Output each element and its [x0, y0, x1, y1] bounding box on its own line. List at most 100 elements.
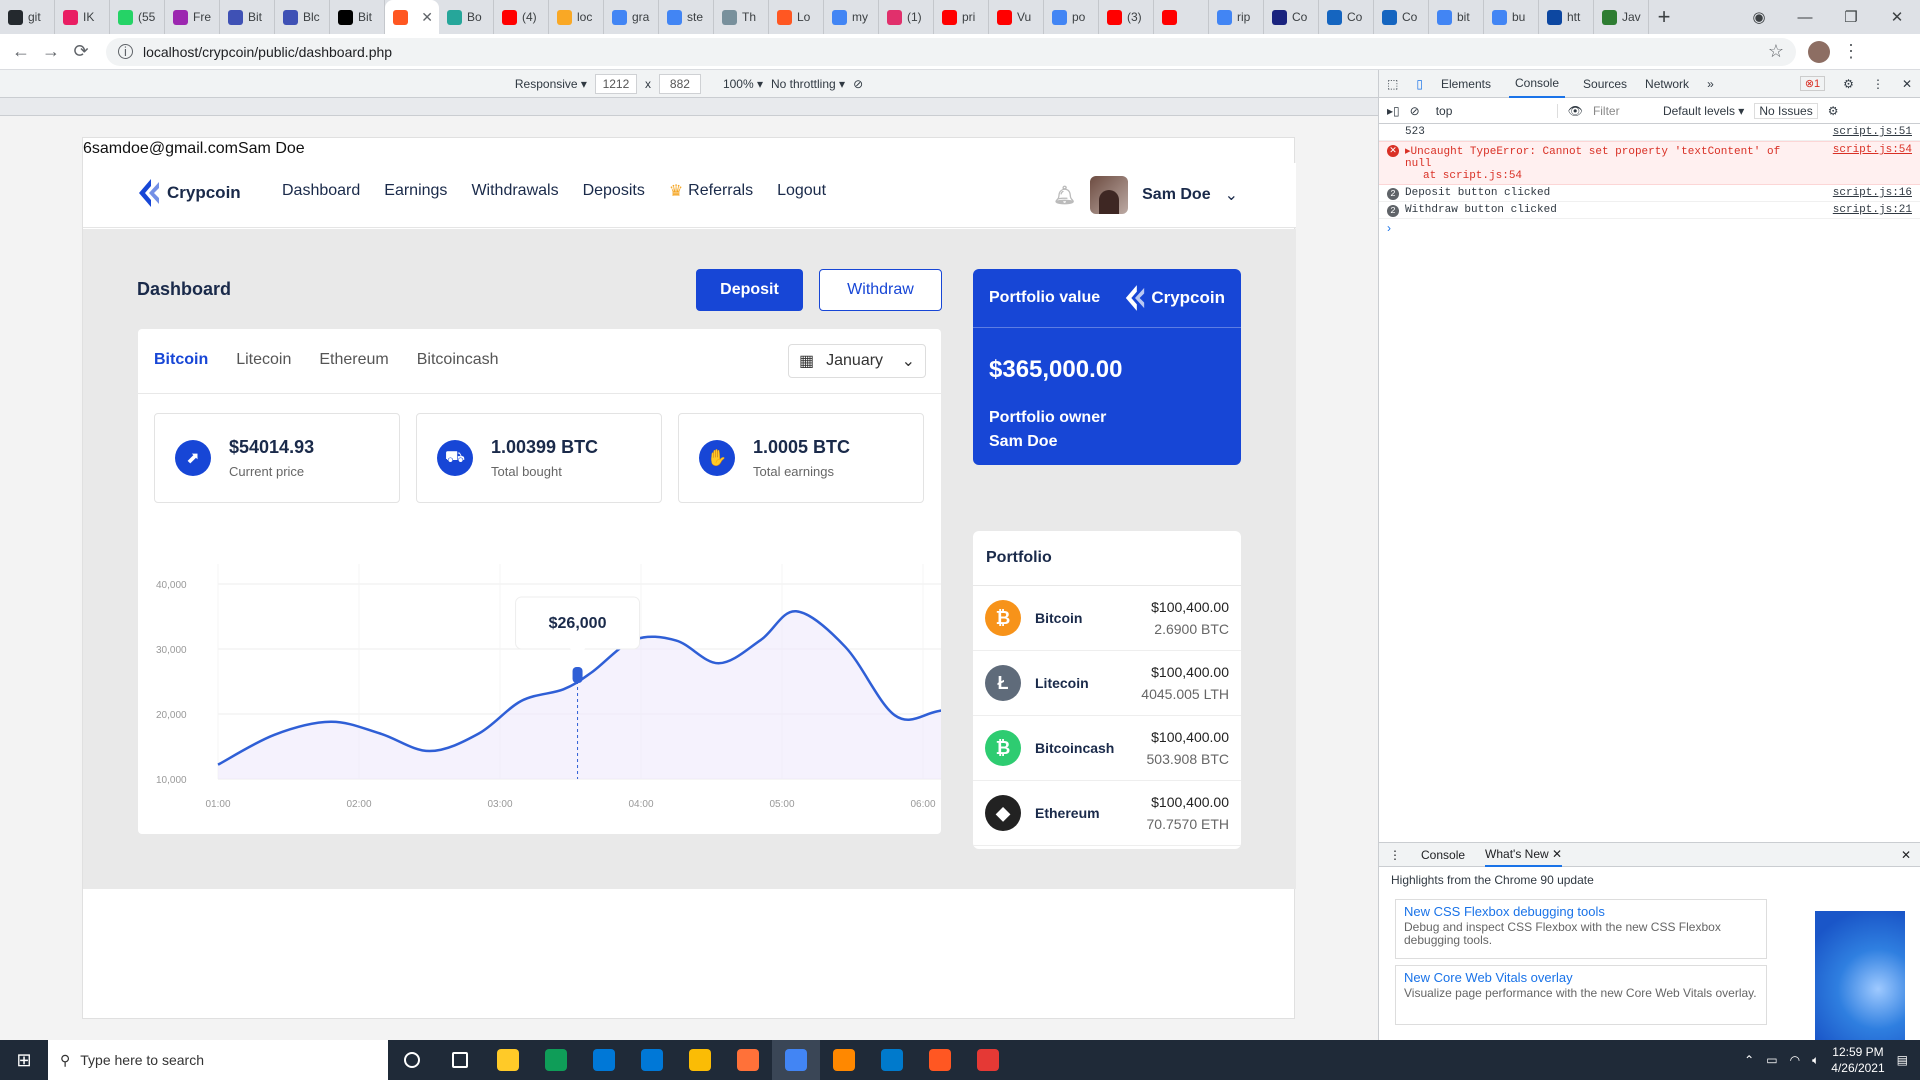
console-message[interactable]: 2 Withdraw button clicked script.js:21: [1379, 202, 1920, 219]
browser-tab[interactable]: (4): [494, 0, 549, 34]
taskbar-app-icon[interactable]: [580, 1040, 628, 1080]
browser-tab[interactable]: ste: [659, 0, 714, 34]
filter-input[interactable]: Filter: [1593, 104, 1653, 118]
nav-deposits[interactable]: Deposits: [583, 181, 645, 201]
back-icon[interactable]: ←: [6, 41, 36, 62]
browser-tab[interactable]: pri: [934, 0, 989, 34]
browser-tab[interactable]: Jav: [1594, 0, 1649, 34]
device-toggle-icon[interactable]: ▯: [1416, 77, 1423, 91]
deposit-button[interactable]: Deposit: [696, 269, 803, 311]
width-input[interactable]: 1212: [594, 73, 637, 94]
whats-new-card[interactable]: New Core Web Vitals overlay Visualize pa…: [1395, 965, 1767, 1025]
taskbar-search[interactable]: ⚲ Type here to search: [48, 1040, 388, 1080]
battery-icon[interactable]: ▭: [1766, 1053, 1777, 1067]
new-tab-button[interactable]: +: [1649, 0, 1679, 34]
nav-referrals[interactable]: ♛ Referrals: [669, 181, 753, 201]
sidebar-toggle-icon[interactable]: ▸▯: [1387, 104, 1400, 118]
taskbar-app-icon[interactable]: [820, 1040, 868, 1080]
menu-icon[interactable]: ⋮: [1842, 41, 1860, 62]
close-icon[interactable]: ✕: [421, 9, 433, 26]
portfolio-row[interactable]: ₿ Bitcoincash $100,400.00 503.908 BTC: [973, 716, 1241, 781]
error-badge[interactable]: ⊗1: [1799, 76, 1826, 91]
kebab-icon[interactable]: ⋮: [1872, 77, 1884, 91]
browser-tab[interactable]: Bit: [220, 0, 275, 34]
browser-tab[interactable]: Co: [1374, 0, 1429, 34]
gear-icon[interactable]: ⚙: [1843, 77, 1854, 91]
drawer-tab-console[interactable]: Console: [1421, 848, 1465, 862]
nav-dashboard[interactable]: Dashboard: [282, 181, 360, 201]
zoom-select[interactable]: 100% ▾: [723, 77, 763, 91]
tab-console[interactable]: Console: [1508, 70, 1566, 98]
browser-tab[interactable]: Bit: [330, 0, 385, 34]
notification-icon[interactable]: ▤: [1897, 1053, 1908, 1067]
console-message[interactable]: ✕ ▸Uncaught TypeError: Cannot set propert…: [1379, 141, 1920, 185]
close-icon[interactable]: ✕: [1902, 77, 1912, 91]
inspect-icon[interactable]: ⬚: [1387, 77, 1398, 91]
browser-tab[interactable]: loc: [549, 0, 604, 34]
browser-tab[interactable]: rip: [1209, 0, 1264, 34]
portfolio-row[interactable]: Ł Litecoin $100,400.00 4045.005 LTH: [973, 651, 1241, 716]
context-select[interactable]: top: [1430, 103, 1558, 118]
star-icon[interactable]: ☆: [1768, 41, 1784, 62]
browser-tab[interactable]: po: [1044, 0, 1099, 34]
browser-tab[interactable]: (3): [1099, 0, 1154, 34]
month-select[interactable]: ▦ January ⌄: [788, 344, 926, 378]
taskbar-app-icon[interactable]: [388, 1040, 436, 1080]
taskbar-app-icon[interactable]: [676, 1040, 724, 1080]
source-link[interactable]: script.js:21: [1833, 204, 1912, 216]
tab-ethereum[interactable]: Ethereum: [319, 351, 388, 369]
clear-icon[interactable]: ⊘: [1410, 104, 1420, 118]
profile-avatar[interactable]: [1808, 40, 1830, 63]
gear-icon[interactable]: ⚙: [1828, 104, 1839, 118]
taskbar-app-icon[interactable]: [772, 1040, 820, 1080]
browser-tab[interactable]: git: [0, 0, 55, 34]
browser-tab[interactable]: Co: [1264, 0, 1319, 34]
browser-tab[interactable]: Th: [714, 0, 769, 34]
wifi-icon[interactable]: ◠: [1790, 1053, 1800, 1067]
browser-tab[interactable]: Co: [1319, 0, 1374, 34]
taskbar-app-icon[interactable]: [628, 1040, 676, 1080]
browser-tab[interactable]: Fre: [165, 0, 220, 34]
withdraw-button[interactable]: Withdraw: [819, 269, 942, 311]
taskbar-app-icon[interactable]: [484, 1040, 532, 1080]
throttle-select[interactable]: No throttling ▾: [771, 77, 845, 91]
nav-earnings[interactable]: Earnings: [384, 181, 447, 201]
forward-icon[interactable]: →: [36, 41, 66, 62]
browser-tab[interactable]: bu: [1484, 0, 1539, 34]
more-tabs[interactable]: »: [1707, 77, 1714, 91]
info-icon[interactable]: i: [118, 44, 133, 59]
portfolio-row[interactable]: ◆ Ethereum $100,400.00 70.7570 ETH: [973, 781, 1241, 846]
issues-badge[interactable]: No Issues: [1754, 102, 1818, 119]
console-message[interactable]: 2 Deposit button clicked script.js:16: [1379, 185, 1920, 202]
close-icon[interactable]: ✕: [1874, 8, 1920, 26]
console-message[interactable]: 523 script.js:51: [1379, 124, 1920, 141]
browser-tab[interactable]: my: [824, 0, 879, 34]
tab-search-icon[interactable]: ◉: [1736, 8, 1782, 26]
taskbar-app-icon[interactable]: [916, 1040, 964, 1080]
minimize-icon[interactable]: —: [1782, 9, 1828, 26]
clock[interactable]: 12:59 PM 4/26/2021: [1831, 1044, 1884, 1076]
taskbar-app-icon[interactable]: [964, 1040, 1012, 1080]
stack-trace[interactable]: at script.js:54: [1405, 170, 1805, 182]
whats-new-card[interactable]: New CSS Flexbox debugging tools Debug an…: [1395, 899, 1767, 959]
source-link[interactable]: script.js:54: [1833, 144, 1912, 182]
browser-tab[interactable]: Vu: [989, 0, 1044, 34]
eye-icon[interactable]: 👁︎: [1568, 104, 1583, 118]
reload-icon[interactable]: ⟳: [66, 41, 96, 62]
tab-sources[interactable]: Sources: [1583, 77, 1627, 91]
taskbar-app-icon[interactable]: [724, 1040, 772, 1080]
rotate-icon[interactable]: ⊘: [853, 77, 863, 91]
close-icon[interactable]: ✕: [1901, 848, 1911, 862]
source-link[interactable]: script.js:51: [1833, 126, 1912, 138]
bell-icon[interactable]: 🔔︎: [1053, 185, 1076, 206]
source-link[interactable]: script.js:16: [1833, 187, 1912, 199]
browser-tab[interactable]: (55: [110, 0, 165, 34]
browser-tab[interactable]: htt: [1539, 0, 1594, 34]
volume-icon[interactable]: 🔈︎: [1812, 1053, 1819, 1068]
levels-select[interactable]: Default levels ▾: [1663, 104, 1744, 118]
browser-tab[interactable]: Lo: [769, 0, 824, 34]
browser-tab[interactable]: ✕: [385, 0, 439, 34]
browser-tab[interactable]: [1154, 0, 1209, 34]
address-bar[interactable]: i localhost/crypcoin/public/dashboard.ph…: [106, 37, 1796, 66]
tab-elements[interactable]: Elements: [1441, 77, 1491, 91]
